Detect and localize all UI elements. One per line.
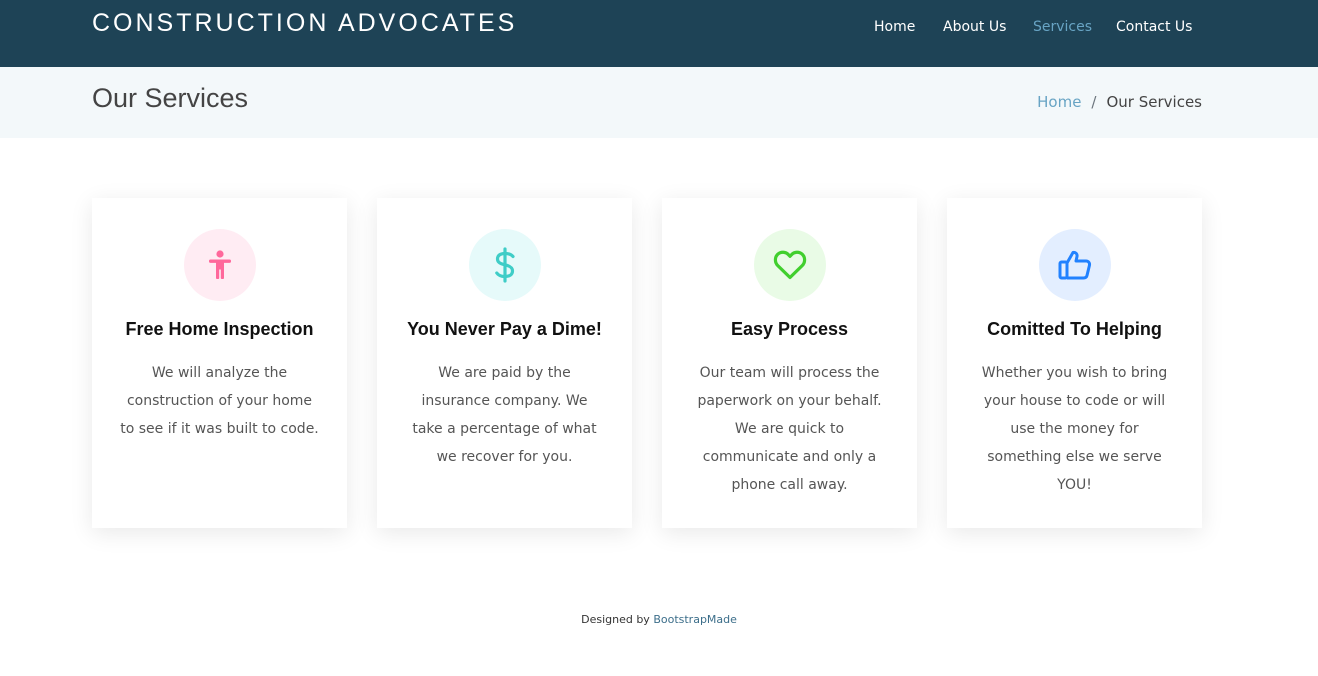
thumbs-up-icon	[1058, 250, 1092, 280]
service-description: We will analyze the construction of your…	[120, 365, 319, 437]
service-title[interactable]: Free Home Inspection	[92, 319, 347, 340]
service-icon-badge	[754, 229, 826, 301]
site-header: CONSTRUCTION ADVOCATES Home About Us Ser…	[0, 0, 1318, 67]
nav-services[interactable]: Services	[1033, 19, 1092, 35]
service-icon-badge	[469, 229, 541, 301]
service-title[interactable]: Easy Process	[662, 319, 917, 340]
main-nav: Home About Us Services Contact Us	[0, 19, 1318, 39]
nav-about-us[interactable]: About Us	[943, 19, 1006, 35]
site-footer: Designed by BootstrapMade	[0, 613, 1318, 626]
service-icon-badge	[1039, 229, 1111, 301]
service-card-process: Easy Process Our team will process the p…	[662, 198, 917, 528]
nav-home[interactable]: Home	[874, 19, 915, 35]
breadcrumb-separator: /	[1091, 93, 1097, 111]
page-title: Our Services	[92, 83, 249, 113]
heart-icon	[773, 250, 807, 280]
accessibility-person-icon	[209, 250, 231, 279]
service-title[interactable]: Comitted To Helping	[947, 319, 1202, 340]
service-card-inspection: Free Home Inspection We will analyze the…	[92, 198, 347, 528]
footer-credit-link[interactable]: BootstrapMade	[653, 613, 737, 626]
service-description: Whether you wish to bring your house to …	[981, 365, 1168, 493]
service-title[interactable]: You Never Pay a Dime!	[377, 319, 632, 340]
service-card-helping: Comitted To Helping Whether you wish to …	[947, 198, 1202, 528]
breadcrumb-current: Our Services	[1106, 93, 1202, 111]
breadcrumb-home-link[interactable]: Home	[1037, 93, 1081, 111]
service-card-pay: You Never Pay a Dime! We are paid by the…	[377, 198, 632, 528]
service-description: Our team will process the paperwork on y…	[697, 365, 882, 493]
breadcrumbs-section: Our Services Home / Our Services	[0, 67, 1318, 138]
breadcrumb: Home / Our Services	[1037, 93, 1202, 111]
dollar-icon	[495, 247, 515, 283]
nav-contact-us[interactable]: Contact Us	[1116, 19, 1192, 35]
service-description: We are paid by the insurance company. We…	[412, 365, 597, 465]
footer-credit-text: Designed by	[581, 613, 650, 626]
service-icon-badge	[184, 229, 256, 301]
